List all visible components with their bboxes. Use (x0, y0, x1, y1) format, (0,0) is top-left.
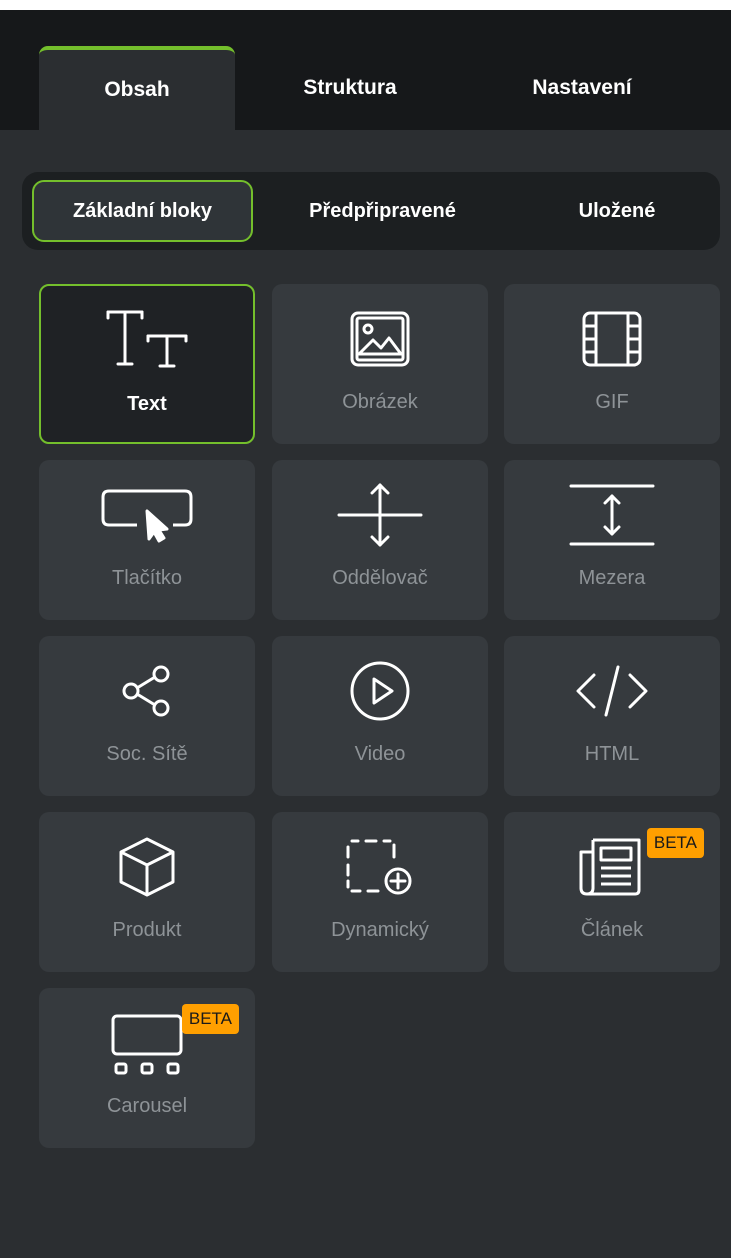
block-label: Tlačítko (111, 567, 183, 589)
block-article[interactable]: BETA Článek (504, 812, 720, 972)
beta-badge: BETA (181, 1004, 239, 1034)
block-label: Oddělovač (332, 567, 428, 589)
tab-nastaveni[interactable]: Nastavení (482, 46, 682, 130)
block-gif[interactable]: GIF (504, 284, 720, 444)
block-button[interactable]: Tlačítko (39, 460, 255, 620)
code-icon (504, 636, 720, 746)
block-text[interactable]: Text (39, 284, 255, 444)
block-category-switch: Základní bloky Předpřipravené Uložené (22, 172, 720, 250)
block-video[interactable]: Video (272, 636, 488, 796)
block-product[interactable]: Produkt (39, 812, 255, 972)
block-label: Článek (580, 919, 644, 941)
text-size-icon (41, 286, 253, 396)
play-circle-icon (272, 636, 488, 746)
divider-icon (272, 460, 488, 570)
tab-predpripravene[interactable]: Předpřipravené (270, 180, 495, 242)
cube-icon (39, 812, 255, 922)
image-icon (272, 284, 488, 394)
block-label: Produkt (112, 919, 182, 941)
block-label: Dynamický (331, 919, 429, 941)
block-image[interactable]: Obrázek (272, 284, 488, 444)
block-dynamic[interactable]: Dynamický (272, 812, 488, 972)
block-label: Video (354, 743, 406, 765)
button-cursor-icon (39, 460, 255, 570)
film-icon (504, 284, 720, 394)
beta-badge: BETA (646, 828, 704, 858)
tab-zakladni-bloky[interactable]: Základní bloky (32, 180, 253, 242)
main-tab-bar: Obsah Struktura Nastavení (0, 10, 731, 130)
block-label: Carousel (106, 1095, 188, 1117)
block-label: Obrázek (342, 391, 418, 413)
block-label: Text (127, 393, 167, 415)
block-html[interactable]: HTML (504, 636, 720, 796)
spacer-icon (504, 460, 720, 570)
block-social[interactable]: Soc. Sítě (39, 636, 255, 796)
dynamic-add-icon (272, 812, 488, 922)
tab-struktura[interactable]: Struktura (250, 46, 450, 130)
block-spacer[interactable]: Mezera (504, 460, 720, 620)
block-label: GIF (595, 391, 629, 413)
block-label: Mezera (578, 567, 646, 589)
block-label: HTML (584, 743, 640, 765)
share-icon (39, 636, 255, 746)
blocks-panel: Obsah Struktura Nastavení Základní bloky… (0, 10, 731, 1258)
tab-ulozene[interactable]: Uložené (517, 180, 717, 242)
block-carousel[interactable]: BETA Carousel (39, 988, 255, 1148)
block-label: Soc. Sítě (106, 743, 188, 765)
block-divider[interactable]: Oddělovač (272, 460, 488, 620)
tab-obsah[interactable]: Obsah (39, 46, 235, 130)
